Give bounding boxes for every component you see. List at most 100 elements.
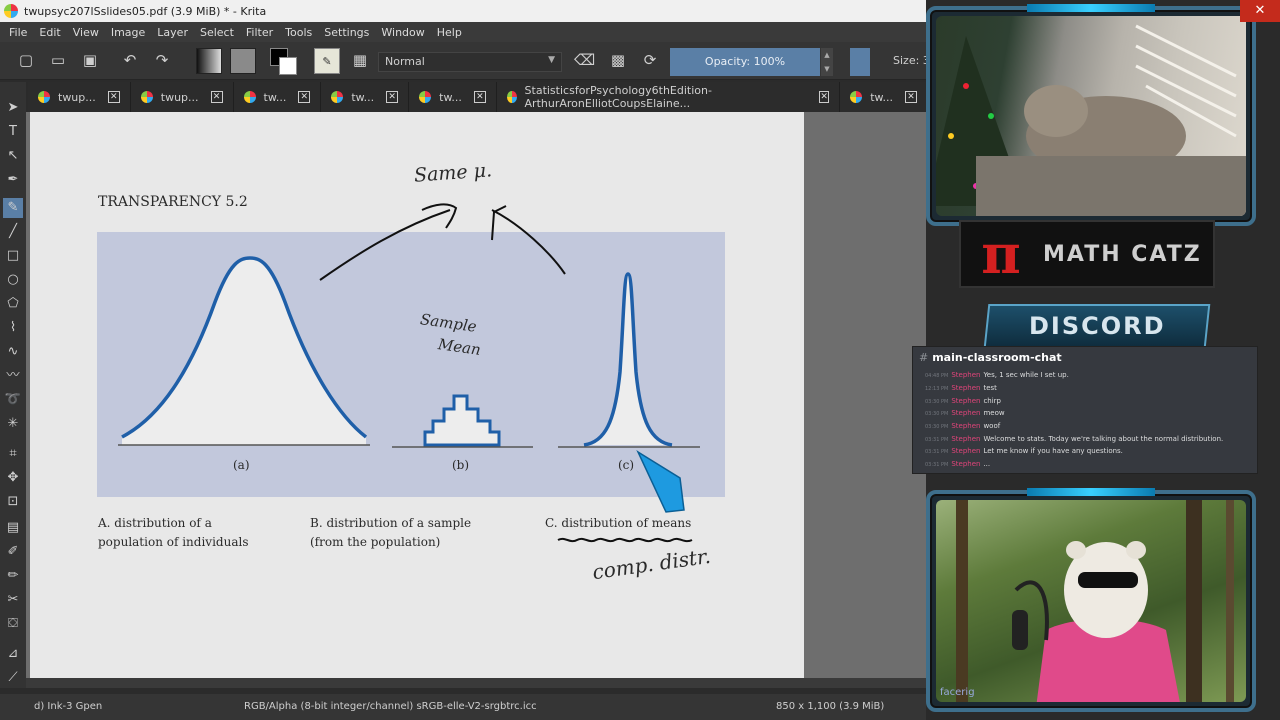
reload-preset-icon[interactable]: ⟳: [640, 50, 660, 70]
menu-help[interactable]: Help: [437, 26, 462, 39]
document-tab[interactable]: twup... ✕: [131, 82, 234, 112]
message-user: Stephen: [951, 371, 981, 379]
alpha-lock-icon[interactable]: ▩: [608, 50, 628, 70]
save-icon[interactable]: ▣: [80, 50, 100, 70]
color-picker-icon[interactable]: ✐: [3, 542, 23, 562]
krita-doc-icon: [243, 91, 256, 103]
avatar-scene: [956, 500, 1234, 702]
close-icon[interactable]: ✕: [819, 91, 830, 103]
message-text: Let me know if you have any questions.: [983, 447, 1123, 455]
tab-label: StatisticsforPsychology6thEdition-Arthur…: [524, 84, 712, 110]
polygon-tool-icon[interactable]: ⬠: [3, 294, 23, 314]
sunglasses: [1078, 572, 1138, 588]
size-slider-label[interactable]: Size: 3: [893, 54, 930, 67]
krita-doc-icon: [506, 91, 517, 103]
opacity-spinner[interactable]: ▲ ▼: [821, 48, 833, 76]
bezier-tool-icon[interactable]: ∿: [3, 342, 23, 362]
polyline-tool-icon[interactable]: ⌇: [3, 318, 23, 338]
menu-layer[interactable]: Layer: [157, 26, 188, 39]
workspace-grid-icon[interactable]: ▦: [350, 50, 370, 70]
multibrush-icon[interactable]: ✳: [3, 414, 23, 434]
edit-shapes-icon[interactable]: ↖: [3, 146, 23, 166]
close-icon[interactable]: ✕: [386, 91, 399, 103]
eraser-icon[interactable]: ⌫: [574, 50, 595, 70]
brush-preset-button[interactable]: ✎: [314, 48, 340, 74]
menu-image[interactable]: Image: [111, 26, 145, 39]
chat-message: 03:30 PM Stephen chirp: [925, 397, 1001, 405]
text-tool-icon[interactable]: T: [3, 122, 23, 142]
measure-tool-icon[interactable]: ⊿: [3, 644, 23, 664]
figure-panel: [97, 203, 725, 543]
rectangle-tool-icon[interactable]: □: [3, 246, 23, 266]
chat-message: 03:30 PM Stephen meow: [925, 409, 1005, 417]
line-tool-icon[interactable]: ╱: [3, 222, 23, 242]
close-icon[interactable]: ✕: [210, 91, 223, 103]
select-shapes-icon[interactable]: ➤: [3, 98, 23, 118]
assistant-tool-icon[interactable]: ⟋: [3, 668, 23, 688]
menu-settings[interactable]: Settings: [324, 26, 369, 39]
close-icon[interactable]: ✕: [905, 91, 917, 103]
document-tab[interactable]: tw... ✕: [321, 82, 410, 112]
stream-overlay: π MATH CATZ DISCORD # main-classroom-chat…: [912, 0, 1280, 720]
open-folder-icon[interactable]: ▭: [48, 50, 68, 70]
message-time: 03:31 PM: [925, 449, 949, 455]
dynamic-brush-icon[interactable]: ➰: [3, 390, 23, 410]
ellipse-tool-icon[interactable]: ○: [3, 270, 23, 290]
menu-window[interactable]: Window: [381, 26, 424, 39]
document-page[interactable]: TRANSPARENCY 5.2 (a) (b) (c) A. distribu…: [30, 112, 804, 678]
transform-icon[interactable]: ⊡: [3, 492, 23, 512]
avatar-ear: [1066, 541, 1086, 559]
blend-mode-select[interactable]: Normal ▼: [378, 52, 562, 72]
horizontal-scrollbar[interactable]: [26, 678, 926, 688]
caption-c-line1: C. distribution of means: [545, 516, 692, 530]
message-user: Stephen: [951, 384, 981, 392]
redo-icon[interactable]: ↷: [152, 50, 172, 70]
chevron-down-icon: ▼: [548, 55, 555, 65]
menu-file[interactable]: File: [9, 26, 27, 39]
menu-select[interactable]: Select: [200, 26, 234, 39]
background-color[interactable]: [279, 57, 297, 75]
menu-filter[interactable]: Filter: [246, 26, 273, 39]
calligraphy-icon[interactable]: ✒: [3, 170, 23, 190]
tree-trunk: [1226, 500, 1234, 702]
fill-tool-icon[interactable]: ✂: [3, 590, 23, 610]
move-tool-icon[interactable]: ✥: [3, 468, 23, 488]
gradient-picker[interactable]: [196, 48, 222, 74]
new-document-icon[interactable]: ▢: [16, 50, 36, 70]
pattern-picker[interactable]: [230, 48, 256, 74]
caption-b-line1: B. distribution of a sample: [310, 516, 472, 530]
panel-label-a: (a): [233, 458, 250, 472]
krita-doc-icon: [38, 91, 50, 103]
channel-label: main-classroom-chat: [932, 351, 1062, 364]
menu-tools[interactable]: Tools: [285, 26, 312, 39]
document-tab[interactable]: tw... ✕: [409, 82, 497, 112]
channel-hash-icon: #: [919, 351, 929, 364]
status-colorspace: RGB/Alpha (8-bit integer/channel) sRGB-e…: [244, 701, 537, 712]
close-icon[interactable]: ✕: [473, 91, 486, 103]
crop-icon[interactable]: ⌗: [3, 444, 23, 464]
message-user: Stephen: [951, 397, 981, 405]
freehand-path-icon[interactable]: 〰: [3, 366, 23, 386]
smart-patch-icon[interactable]: ✏: [3, 566, 23, 586]
webcam-frame-bottom: facerig: [926, 488, 1256, 712]
message-text: woof: [983, 422, 1001, 430]
document-tab[interactable]: StatisticsforPsychology6thEdition-Arthur…: [497, 82, 841, 112]
menu-view[interactable]: View: [73, 26, 99, 39]
document-tab[interactable]: tw... ✕: [840, 82, 928, 112]
opacity-slider[interactable]: Opacity: 100%: [670, 48, 820, 76]
window-close-button[interactable]: ✕: [1240, 0, 1280, 22]
color-swatches[interactable]: [270, 48, 298, 75]
close-icon[interactable]: ✕: [298, 91, 311, 103]
size-slider-handle[interactable]: [850, 48, 870, 76]
menu-edit[interactable]: Edit: [39, 26, 60, 39]
chat-message: 03:31 PM Stephen Welcome to stats. Today w…: [925, 435, 1223, 443]
close-icon[interactable]: ✕: [107, 91, 120, 103]
document-tab[interactable]: tw... ✕: [234, 82, 322, 112]
gradient-tool-icon[interactable]: ▤: [3, 518, 23, 538]
bucket-fill-icon[interactable]: ⛋: [3, 614, 23, 634]
freehand-brush-icon[interactable]: ✎: [3, 198, 23, 218]
undo-icon[interactable]: ↶: [120, 50, 140, 70]
document-tab[interactable]: twup... ✕: [28, 82, 131, 112]
discord-banner-text: DISCORD: [1028, 312, 1166, 340]
tree-light: [948, 133, 954, 139]
